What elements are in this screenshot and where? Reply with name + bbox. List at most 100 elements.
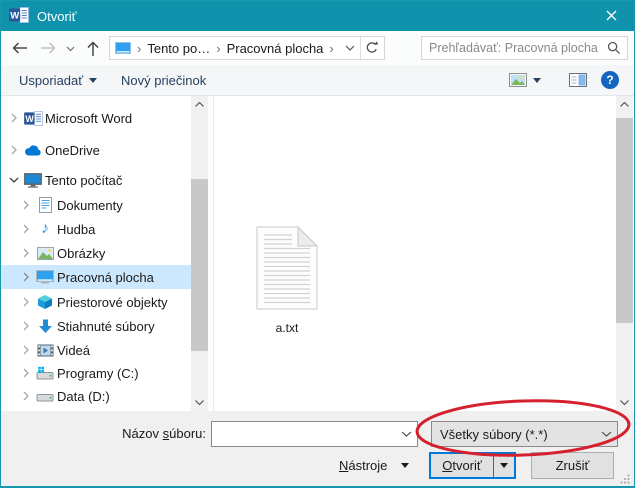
breadcrumb: › Tento po… › Pracovná plocha ›: [109, 36, 385, 60]
word-app-icon: W: [9, 6, 29, 26]
sidebar-item-label: Tento počítač: [45, 172, 123, 188]
sidebar-item-label: Obrázky: [57, 245, 106, 261]
new-folder-label: Nový priečinok: [121, 72, 207, 88]
videos-icon: [33, 344, 57, 357]
close-icon: [606, 9, 617, 24]
svg-text:W: W: [25, 113, 34, 123]
file-item-a-txt[interactable]: a.txt: [244, 225, 330, 335]
search-input[interactable]: [422, 41, 601, 55]
search-box: [421, 36, 628, 60]
chevron-down-icon[interactable]: [396, 431, 417, 437]
window-title: Otvoriť: [37, 8, 77, 24]
filename-combobox[interactable]: [211, 421, 418, 447]
forward-arrow-icon: [41, 42, 56, 54]
onedrive-icon: [21, 144, 45, 156]
chevron-down-icon: [66, 46, 74, 52]
chevron-down-icon[interactable]: [7, 177, 21, 183]
chevron-right-icon[interactable]: [19, 297, 33, 307]
open-dropdown-button[interactable]: [493, 454, 514, 477]
forward-button[interactable]: [37, 38, 59, 58]
scroll-down-icon[interactable]: [616, 394, 633, 411]
chevron-right-icon[interactable]: [19, 321, 33, 331]
breadcrumb-separator: ›: [216, 40, 221, 56]
preview-pane-button[interactable]: [569, 65, 587, 95]
chevron-right-icon[interactable]: [19, 272, 33, 282]
title-bar: W Otvoriť: [1, 1, 634, 31]
sidebar-item-label: Programy (C:): [57, 365, 139, 381]
documents-icon: [33, 197, 57, 213]
dropdown-triangle-icon: [89, 77, 98, 83]
refresh-icon: [367, 41, 379, 53]
scroll-up-icon[interactable]: [191, 96, 208, 113]
up-button[interactable]: [83, 37, 103, 59]
sidebar-item-music[interactable]: ♪ Hudba: [1, 217, 191, 241]
back-button[interactable]: [9, 38, 31, 58]
view-mode-button[interactable]: [509, 65, 541, 95]
scrollbar-thumb[interactable]: [191, 179, 208, 351]
back-arrow-icon: [12, 42, 27, 54]
recent-locations-button[interactable]: [63, 44, 77, 54]
chevron-right-icon[interactable]: [7, 145, 21, 155]
chevron-right-icon[interactable]: [19, 391, 33, 401]
music-icon: ♪: [41, 220, 49, 237]
sidebar-item-drive-d[interactable]: Data (D:): [1, 384, 191, 408]
refresh-button[interactable]: [361, 41, 384, 55]
help-button[interactable]: ?: [601, 65, 619, 95]
sidebar-item-drive-c[interactable]: Programy (C:): [1, 361, 191, 385]
tools-button[interactable]: Nástroje: [333, 452, 415, 479]
organize-label: Usporiadať: [19, 72, 84, 88]
breadcrumb-separator: ›: [329, 40, 334, 56]
sidebar-item-onedrive[interactable]: OneDrive: [1, 138, 191, 162]
sidebar-item-3d-objects[interactable]: Priestorové objekty: [1, 290, 191, 314]
chevron-right-icon[interactable]: [19, 224, 33, 234]
filename-input[interactable]: [212, 422, 396, 446]
file-list-scrollbar[interactable]: [616, 96, 633, 411]
cancel-button[interactable]: Zrušiť: [531, 452, 614, 479]
filetype-combobox[interactable]: Všetky súbory (*.*): [431, 421, 618, 447]
up-arrow-icon: [87, 41, 99, 56]
chevron-right-icon[interactable]: [19, 248, 33, 258]
sidebar-item-this-pc[interactable]: Tento počítač: [1, 168, 191, 192]
breadcrumb-item-this-pc[interactable]: Tento po…: [147, 41, 210, 56]
sidebar-item-desktop[interactable]: Pracovná plocha: [1, 265, 191, 289]
help-icon: ?: [601, 71, 619, 89]
chevron-down-icon[interactable]: [595, 431, 617, 437]
text-file-icon: [256, 225, 319, 310]
sidebar-scrollbar[interactable]: [191, 96, 208, 411]
sidebar-item-label: Videá: [57, 342, 91, 358]
breadcrumb-separator: ›: [137, 40, 142, 56]
navigation-tree: W Microsoft Word OneDrive Tento počítač …: [1, 96, 191, 411]
resize-grip[interactable]: [620, 474, 630, 484]
organize-button[interactable]: Usporiadať: [19, 65, 98, 95]
search-icon[interactable]: [601, 41, 627, 55]
sidebar-item-label: Dokumenty: [57, 197, 123, 213]
open-dialog-window: W Otvoriť › Tento po… › Pracovná plocha …: [0, 0, 635, 488]
chevron-right-icon[interactable]: [19, 200, 33, 210]
sidebar-item-label: Pracovná plocha: [57, 269, 154, 285]
sidebar-item-label: Priestorové objekty: [57, 294, 168, 310]
close-button[interactable]: [588, 1, 634, 31]
sidebar-item-downloads[interactable]: Stiahnuté súbory: [1, 314, 191, 338]
scroll-down-icon[interactable]: [191, 394, 208, 411]
sidebar-item-label: OneDrive: [45, 142, 100, 158]
tools-label: Nástroje: [339, 458, 388, 473]
new-folder-button[interactable]: Nový priečinok: [121, 65, 206, 95]
breadcrumb-item-desktop[interactable]: Pracovná plocha: [227, 41, 324, 56]
scroll-up-icon[interactable]: [616, 96, 633, 113]
chevron-right-icon[interactable]: [7, 113, 21, 123]
open-button[interactable]: Otvoriť: [429, 452, 516, 479]
chevron-right-icon[interactable]: [19, 345, 33, 355]
preview-pane-icon: [569, 73, 587, 87]
computer-icon: [21, 172, 45, 188]
chevron-right-icon[interactable]: [19, 368, 33, 378]
filetype-value: Všetky súbory (*.*): [440, 426, 548, 442]
drive-c-icon: [33, 366, 57, 380]
dropdown-triangle-icon: [500, 463, 508, 468]
sidebar-item-documents[interactable]: Dokumenty: [1, 193, 191, 217]
sidebar-item-microsoft-word[interactable]: W Microsoft Word: [1, 106, 191, 130]
sidebar-item-videos[interactable]: Videá: [1, 338, 191, 362]
sidebar-item-pictures[interactable]: Obrázky: [1, 241, 191, 265]
address-dropdown-button[interactable]: [340, 45, 360, 51]
scrollbar-thumb[interactable]: [616, 118, 633, 323]
pictures-icon: [33, 246, 57, 260]
